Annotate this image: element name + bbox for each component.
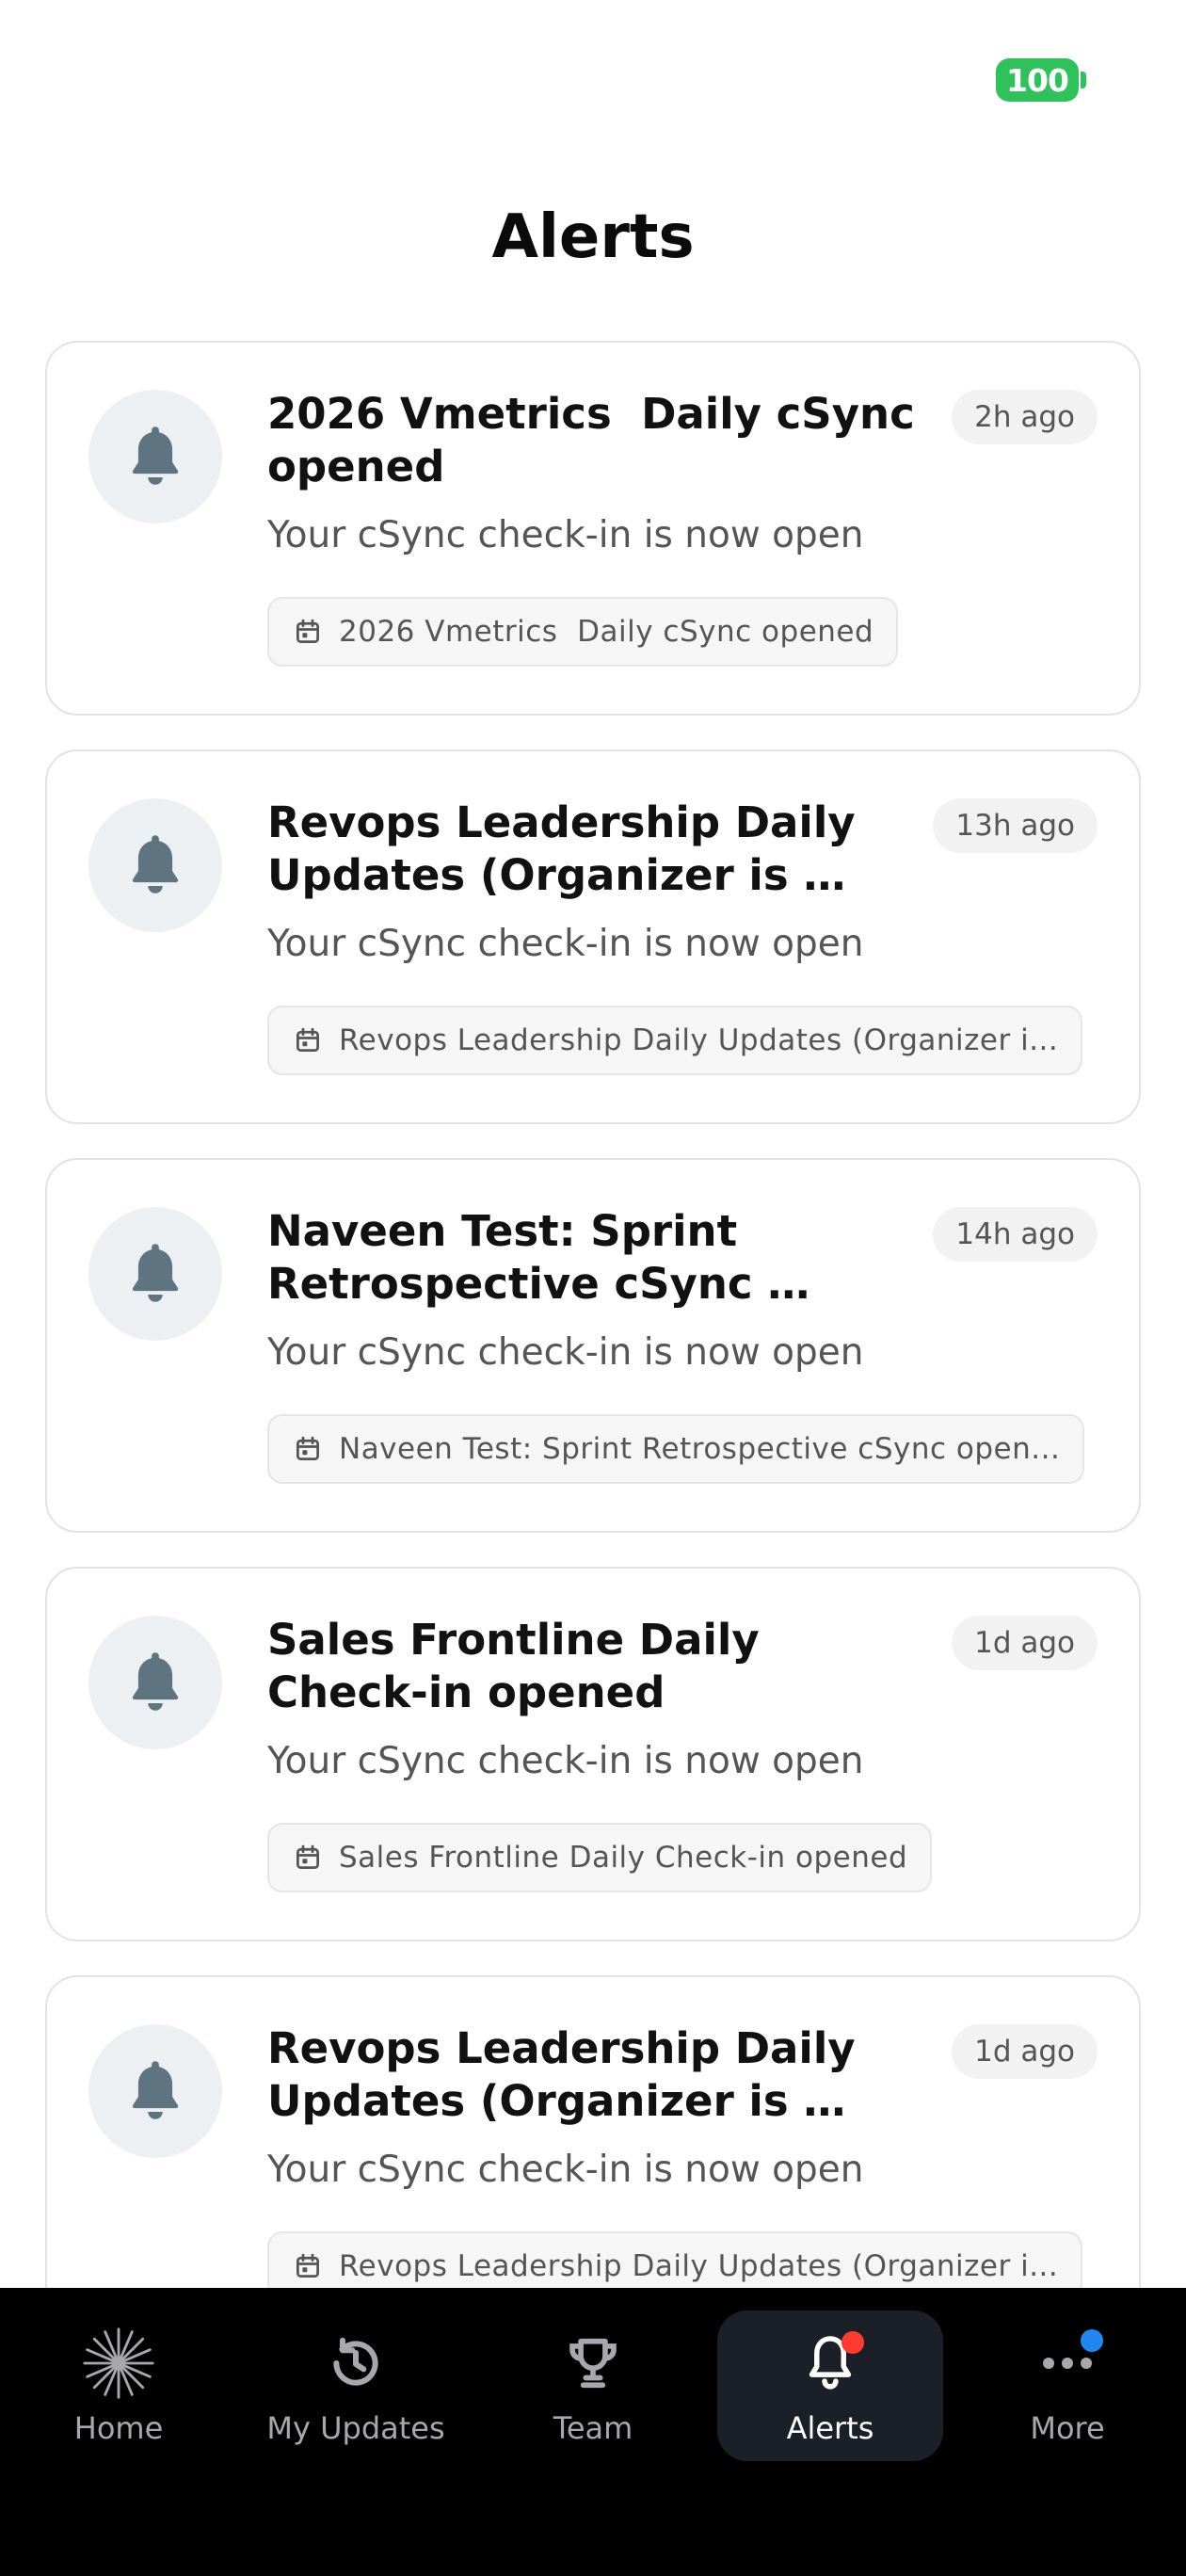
calendar-icon [296,619,319,643]
more-dots-icon [1030,2326,1105,2401]
alert-time-badge: 1d ago [952,1616,1098,1670]
alert-tag-label: Revops Leadership Daily Updates (Organiz… [339,2249,1059,2283]
nav-team-label: Team [553,2410,633,2446]
alert-card[interactable]: Revops Leadership Daily Updates (Organiz… [45,749,1141,1124]
nav-team[interactable]: Team [480,2310,706,2461]
battery-tip [1081,72,1086,89]
nav-my-updates-label: My Updates [266,2410,445,2446]
alert-tag-label: Naveen Test: Sprint Retrospective cSync … [339,1432,1061,1466]
alert-tag: Revops Leadership Daily Updates (Organiz… [267,1006,1083,1075]
nav-home-label: Home [73,2410,164,2446]
alert-time-badge: 14h ago [933,1207,1098,1262]
alert-subtitle: Your cSync check-in is now open [267,1331,864,1374]
calendar-icon [296,1436,319,1460]
alert-subtitle: Your cSync check-in is now open [267,514,864,556]
alert-tag: Revops Leadership Daily Updates (Organiz… [267,2231,1083,2288]
calendar-icon [296,2253,319,2278]
alert-title: Revops Leadership Daily Updates (Organiz… [267,797,856,900]
alert-tag-label: Sales Frontline Daily Check-in opened [339,1841,908,1875]
alert-title: 2026 Vmetrics Daily cSync opened [267,389,915,491]
bell-icon [88,2024,222,2158]
alert-title: Naveen Test: Sprint Retrospective cSync … [267,1206,753,1309]
bell-outline-icon [793,2326,868,2401]
more-notification-dot [1081,2329,1103,2352]
bottom-nav: Home My Updates Team Alerts More [0,2288,1186,2576]
bell-icon [88,1616,222,1749]
alert-title: Revops Leadership Daily Updates (Organiz… [267,2023,856,2126]
alert-subtitle: Your cSync check-in is now open [267,2149,864,2191]
calendar-icon [296,1027,319,1052]
alert-card[interactable]: Naveen Test: Sprint Retrospective cSync … [45,1158,1141,1533]
page-title: Alerts [491,202,695,272]
battery-indicator: 100 [996,58,1079,102]
bell-icon [88,1207,222,1341]
nav-more[interactable]: More [954,2310,1180,2461]
alert-time-badge: 1d ago [952,2024,1098,2079]
nav-home[interactable]: Home [6,2310,232,2461]
nav-my-updates[interactable]: My Updates [243,2310,469,2461]
nav-more-label: More [1030,2410,1105,2446]
alert-card[interactable]: Revops Leadership Daily Updates (Organiz… [45,1975,1141,2288]
alert-tag-label: Revops Leadership Daily Updates (Organiz… [339,1023,1059,1057]
alert-card[interactable]: Sales Frontline Daily Check-in opened 1d… [45,1567,1141,1941]
unread-dot [841,2331,864,2354]
alerts-list[interactable]: 2026 Vmetrics Daily cSync opened 2h ago … [45,341,1141,2288]
bell-icon [88,390,222,523]
alert-subtitle: Your cSync check-in is now open [267,923,864,965]
calendar-icon [296,1844,319,1869]
alert-card[interactable]: 2026 Vmetrics Daily cSync opened 2h ago … [45,341,1141,716]
status-bar: 100 [0,0,1186,160]
trophy-icon [555,2326,631,2401]
alert-time-badge: 2h ago [952,390,1098,444]
alert-tag: Naveen Test: Sprint Retrospective cSync … [267,1414,1085,1484]
bell-icon [88,798,222,932]
alerts-screen: 100 Alerts 2026 Vmetrics Daily cSync ope… [0,0,1186,2576]
alert-title: Sales Frontline Daily Check-in opened [267,1615,775,1717]
alert-tag: Sales Frontline Daily Check-in opened [267,1823,933,1892]
sparkle-burst-icon [81,2326,156,2401]
alert-time-badge: 13h ago [933,798,1098,853]
nav-alerts[interactable]: Alerts [717,2310,943,2461]
history-icon [318,2326,393,2401]
nav-alerts-label: Alerts [786,2410,874,2446]
alert-subtitle: Your cSync check-in is now open [267,1740,864,1782]
alert-tag: 2026 Vmetrics Daily cSync opened [267,597,899,667]
alert-tag-label: 2026 Vmetrics Daily cSync opened [339,615,874,649]
